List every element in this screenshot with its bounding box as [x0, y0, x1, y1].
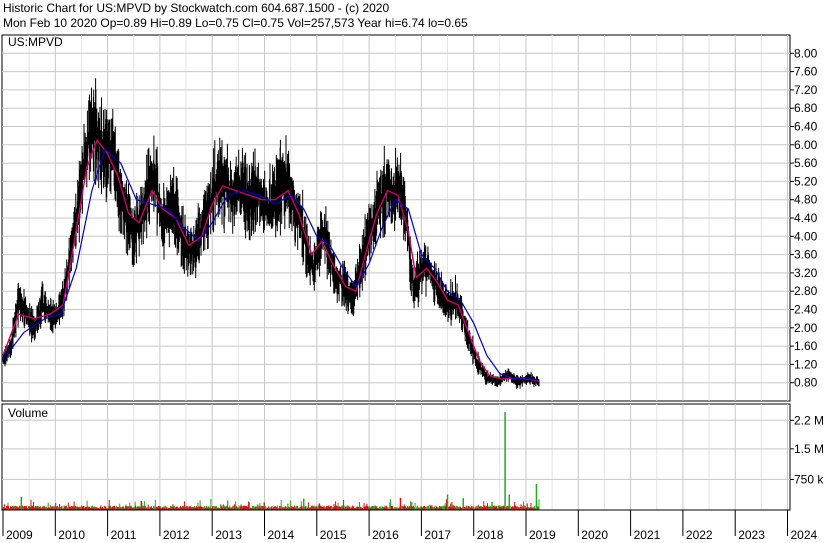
price-axis-ticks: 8.00 7.60 7.20 6.80 6.40 6.00 5.60 5.20 4.80 4.40… [790, 46, 818, 390]
price-tick-label: 5.60 [794, 156, 818, 170]
price-tick-label: 4.80 [794, 193, 818, 207]
volume-tick-label: 1.5 M [794, 442, 824, 456]
stock-chart: 8.00 7.60 7.20 6.80 6.40 6.00 5.60 5.20 4.80 4.40… [1, 34, 824, 542]
x-tick-label: 2023 [738, 528, 765, 542]
x-tick-label: 2019 [529, 528, 556, 542]
x-tick-label: 2022 [686, 528, 713, 542]
x-tick-label: 2013 [215, 528, 242, 542]
x-tick-label: 2009 [6, 528, 33, 542]
volume-tick-label: 750 k [794, 472, 824, 486]
price-tick-label: 4.40 [794, 211, 818, 225]
x-tick-label: 2021 [634, 528, 661, 542]
price-tick-label: 6.40 [794, 120, 818, 134]
x-tick-label: 2015 [320, 528, 347, 542]
price-tick-label: 3.20 [794, 266, 818, 280]
x-tick-label: 2016 [372, 528, 399, 542]
price-tick-label: 8.00 [794, 46, 818, 60]
x-tick-label: 2017 [424, 528, 451, 542]
x-tick-label: 2024 [791, 528, 818, 542]
chart-stage: Historic Chart for US:MPVD by Stockwatch… [0, 0, 830, 543]
volume-axis-ticks: 2.2 M 1.5 M 750 k [790, 413, 824, 486]
symbol-label: US:MPVD [8, 35, 63, 49]
price-tick-label: 7.20 [794, 83, 818, 97]
volume-tick-label: 2.2 M [794, 413, 824, 427]
price-tick-label: 6.00 [794, 138, 818, 152]
x-tick-label: 2014 [268, 528, 295, 542]
price-tick-label: 1.60 [794, 339, 818, 353]
price-tick-label: 1.20 [794, 357, 818, 371]
price-tick-label: 4.00 [794, 229, 818, 243]
x-tick-label: 2010 [58, 528, 85, 542]
x-axis-ticks: 2009 2010 2011 2012 2013 2014 2015 2016 2017 2018… [2, 509, 818, 542]
price-tick-label: 2.40 [794, 303, 818, 317]
volume-grid [1, 403, 791, 511]
price-tick-label: 7.60 [794, 65, 818, 79]
price-tick-label: 0.80 [794, 376, 818, 390]
price-tick-label: 2.80 [794, 284, 818, 298]
price-tick-label: 2.00 [794, 321, 818, 335]
price-tick-label: 5.20 [794, 174, 818, 188]
x-tick-label: 2012 [163, 528, 190, 542]
x-tick-label: 2020 [581, 528, 608, 542]
price-tick-label: 3.60 [794, 248, 818, 262]
x-tick-label: 2011 [111, 528, 137, 542]
volume-label: Volume [8, 406, 49, 420]
price-tick-label: 6.80 [794, 101, 818, 115]
x-tick-label: 2018 [477, 528, 504, 542]
